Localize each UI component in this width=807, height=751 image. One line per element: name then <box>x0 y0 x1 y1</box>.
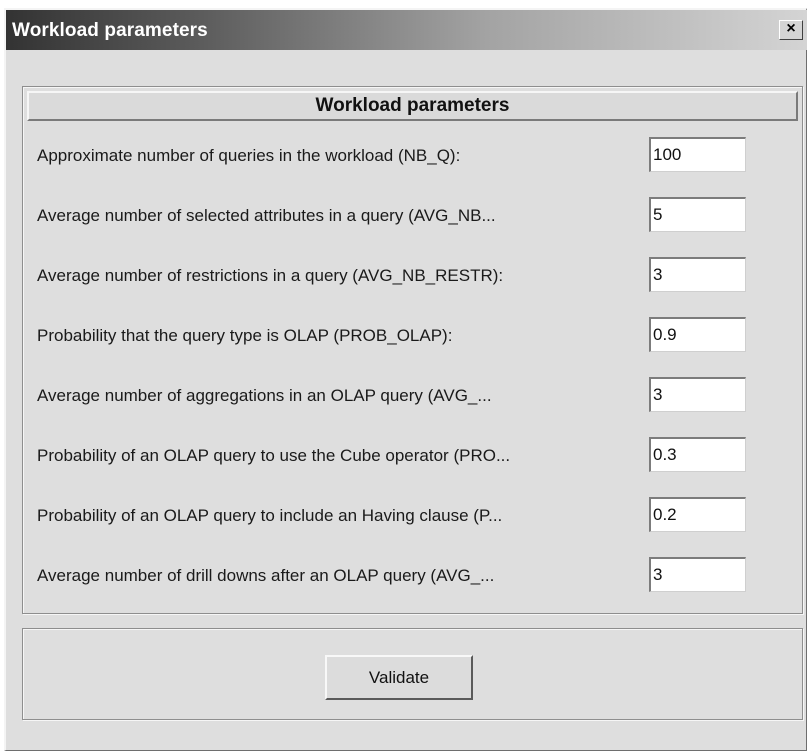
parameters-panel: Workload parameters Approximate number o… <box>22 86 803 614</box>
avg-nb-restr-input[interactable] <box>649 257 746 292</box>
param-label-avg-nb-attr: Average number of selected attributes in… <box>37 206 496 225</box>
action-panel: Validate <box>22 628 803 720</box>
param-row-avg-nb-attr: Average number of selected attributes in… <box>23 197 804 233</box>
validate-button[interactable]: Validate <box>325 655 473 700</box>
close-icon: × <box>786 20 796 37</box>
panel-header: Workload parameters <box>27 91 798 121</box>
avg-nb-attr-input[interactable] <box>649 197 746 232</box>
close-button[interactable]: × <box>779 20 803 40</box>
avg-drill-downs-input[interactable] <box>649 557 746 592</box>
param-row-prob-cube: Probability of an OLAP query to use the … <box>23 437 804 473</box>
param-row-avg-drill-downs: Average number of drill downs after an O… <box>23 557 804 593</box>
param-label-prob-olap: Probability that the query type is OLAP … <box>37 326 453 345</box>
nb-q-input[interactable] <box>649 137 746 172</box>
param-row-prob-olap: Probability that the query type is OLAP … <box>23 317 804 353</box>
prob-having-input[interactable] <box>649 497 746 532</box>
param-label-nb-q: Approximate number of queries in the wor… <box>37 146 461 165</box>
param-row-nb-q: Approximate number of queries in the wor… <box>23 137 804 173</box>
title-bar[interactable]: Workload parameters × <box>6 10 807 50</box>
param-row-avg-aggregations: Average number of aggregations in an OLA… <box>23 377 804 413</box>
param-label-prob-having: Probability of an OLAP query to include … <box>37 506 503 525</box>
param-row-avg-nb-restr: Average number of restrictions in a quer… <box>23 257 804 293</box>
window-title: Workload parameters <box>12 20 208 41</box>
param-label-avg-drill-downs: Average number of drill downs after an O… <box>37 566 495 585</box>
prob-cube-input[interactable] <box>649 437 746 472</box>
param-label-avg-nb-restr: Average number of restrictions in a quer… <box>37 266 504 285</box>
avg-aggregations-input[interactable] <box>649 377 746 412</box>
workload-parameters-dialog: Workload parameters × Workload parameter… <box>4 8 807 751</box>
param-label-prob-cube: Probability of an OLAP query to use the … <box>37 446 511 465</box>
param-row-prob-having: Probability of an OLAP query to include … <box>23 497 804 533</box>
prob-olap-input[interactable] <box>649 317 746 352</box>
param-label-avg-aggregations: Average number of aggregations in an OLA… <box>37 386 492 405</box>
